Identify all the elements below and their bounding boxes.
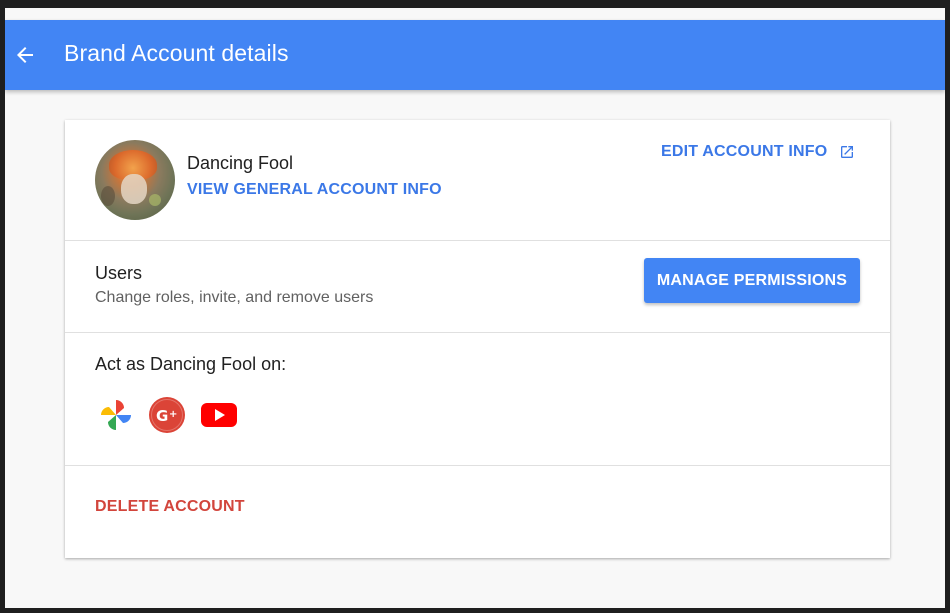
app-screen: Brand Account details Dancing Fool VIEW … xyxy=(5,8,945,608)
back-button[interactable] xyxy=(13,43,37,67)
users-heading: Users xyxy=(95,263,143,283)
divider xyxy=(65,240,890,241)
account-name: Dancing Fool xyxy=(187,153,294,173)
arrow-left-icon xyxy=(17,47,33,63)
youtube-icon[interactable] xyxy=(200,396,238,434)
open-in-new-icon xyxy=(841,146,854,158)
google-photos-icon[interactable] xyxy=(97,396,135,434)
svg-text:+: + xyxy=(169,409,177,420)
edit-account-info-label: EDIT ACCOUNT INFO xyxy=(661,143,828,160)
brand-account-card: Dancing Fool VIEW GENERAL ACCOUNT INFO E… xyxy=(65,120,890,558)
svg-text:G: G xyxy=(156,407,168,425)
delete-account-link[interactable]: DELETE ACCOUNT xyxy=(95,498,245,516)
view-general-account-info-link[interactable]: VIEW GENERAL ACCOUNT INFO xyxy=(187,181,442,199)
act-as-label: Act as Dancing Fool on: xyxy=(95,354,287,374)
users-description: Change roles, invite, and remove users xyxy=(95,289,374,306)
avatar xyxy=(95,140,175,220)
app-header: Brand Account details xyxy=(5,20,945,90)
divider xyxy=(65,465,890,466)
edit-account-info-link[interactable]: EDIT ACCOUNT INFO xyxy=(661,143,855,161)
page-title: Brand Account details xyxy=(64,40,289,66)
manage-permissions-button[interactable]: MANAGE PERMISSIONS xyxy=(644,258,860,303)
google-plus-icon[interactable]: G + xyxy=(148,396,186,434)
divider xyxy=(65,332,890,333)
